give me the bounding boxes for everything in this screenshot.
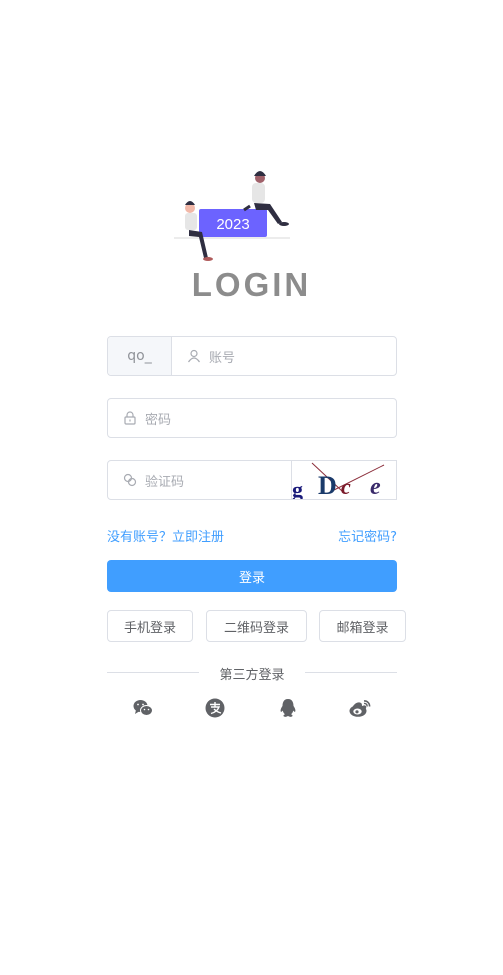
email-login-button[interactable]: 邮箱登录 xyxy=(319,610,406,642)
captcha-placeholder: 验证码 xyxy=(145,474,185,490)
user-icon xyxy=(187,349,201,363)
password-placeholder: 密码 xyxy=(145,412,172,428)
captcha-char-1: g xyxy=(292,477,303,500)
alipay-icon[interactable] xyxy=(204,697,226,719)
lock-icon xyxy=(123,411,137,425)
wechat-icon[interactable] xyxy=(132,697,154,719)
register-link[interactable]: 没有账号？立即注册 xyxy=(107,526,224,545)
forgot-password-link[interactable]: 忘记密码? xyxy=(338,526,397,545)
page-title: LOGIN xyxy=(191,266,312,303)
year-badge-text: 2023 xyxy=(216,216,249,233)
hero-illustration: 2023 xyxy=(172,170,292,266)
qq-icon[interactable] xyxy=(277,697,299,719)
captcha-image[interactable]: g D c e xyxy=(292,460,397,500)
third-party-label: 第三方登录 xyxy=(219,668,285,683)
captcha-char-3: c xyxy=(341,474,351,499)
divider-left xyxy=(107,672,199,673)
captcha-char-2: D xyxy=(318,471,337,500)
login-button[interactable]: 登录 xyxy=(107,560,397,592)
password-field[interactable]: 密码 xyxy=(107,398,397,438)
captcha-icon xyxy=(123,473,137,487)
account-prefix: qo_ xyxy=(108,337,172,375)
account-placeholder: 账号 xyxy=(209,350,236,366)
captcha-field[interactable]: 验证码 xyxy=(107,460,292,500)
qrcode-login-button[interactable]: 二维码登录 xyxy=(206,610,307,642)
phone-login-button[interactable]: 手机登录 xyxy=(107,610,193,642)
weibo-icon[interactable] xyxy=(349,697,371,719)
captcha-char-4: e xyxy=(370,474,381,500)
divider-right xyxy=(305,672,397,673)
account-field[interactable]: qo_ 账号 xyxy=(107,336,397,376)
